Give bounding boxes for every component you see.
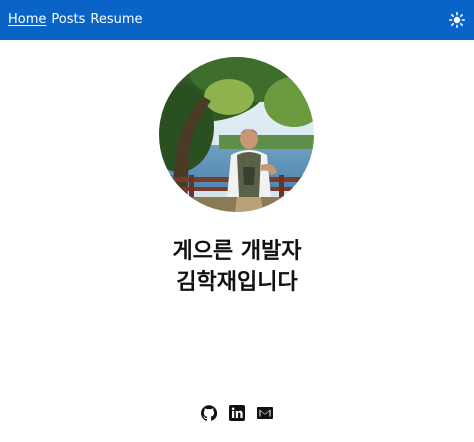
sun-icon [449, 12, 465, 28]
top-nav-bar: Home Posts Resume [0, 0, 474, 40]
github-link[interactable] [201, 405, 217, 421]
theme-toggle-button[interactable] [448, 11, 466, 29]
linkedin-icon [229, 405, 245, 421]
main-nav: Home Posts Resume [8, 12, 143, 28]
linkedin-link[interactable] [229, 405, 245, 421]
social-links [0, 405, 474, 423]
profile-photo [159, 57, 314, 212]
nav-posts-link[interactable]: Posts [51, 12, 85, 28]
profile-avatar [159, 57, 314, 212]
headline-line-1: 게으른 개발자 [172, 239, 302, 264]
nav-resume-link[interactable]: Resume [90, 12, 142, 28]
email-link[interactable] [257, 405, 273, 421]
github-icon [201, 405, 217, 421]
headline-line-2: 김학재입니다 [176, 270, 298, 295]
nav-home-link[interactable]: Home [8, 12, 46, 28]
email-icon [257, 407, 273, 419]
intro-headline: 게으른 개발자 김학재입니다 [0, 236, 474, 298]
